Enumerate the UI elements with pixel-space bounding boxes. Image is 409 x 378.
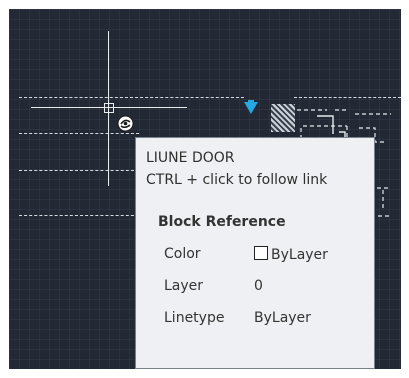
prop-layer-label: Layer — [164, 278, 204, 294]
drawing-canvas[interactable]: LIUNE DOOR CTRL + click to follow link B… — [9, 9, 401, 369]
prop-color-text: ByLayer — [271, 247, 328, 263]
dashed-line-lower — [19, 170, 139, 171]
dashed-line-top — [19, 97, 244, 98]
block-name: LIUNE DOOR — [146, 150, 235, 166]
prop-color-label: Color — [164, 246, 201, 262]
cursor-pickbox — [104, 103, 114, 113]
hover-tooltip: LIUNE DOOR CTRL + click to follow link B… — [135, 137, 375, 369]
prop-linetype-value: ByLayer — [254, 310, 311, 326]
prop-color-value: ByLayer — [254, 246, 328, 263]
prop-linetype-label: Linetype — [164, 310, 225, 326]
grip-icon[interactable] — [243, 100, 259, 116]
hyperlink-cursor-icon — [117, 115, 134, 132]
follow-link-hint: CTRL + click to follow link — [146, 172, 328, 188]
color-swatch-icon — [254, 246, 268, 260]
object-type-heading: Block Reference — [158, 214, 286, 230]
dashed-line-mid — [19, 133, 139, 134]
dashed-line-bottom — [19, 215, 139, 216]
prop-layer-value: 0 — [254, 278, 263, 294]
screenshot-frame: LIUNE DOOR CTRL + click to follow link B… — [0, 0, 409, 378]
dashed-line-top-right — [294, 97, 401, 98]
